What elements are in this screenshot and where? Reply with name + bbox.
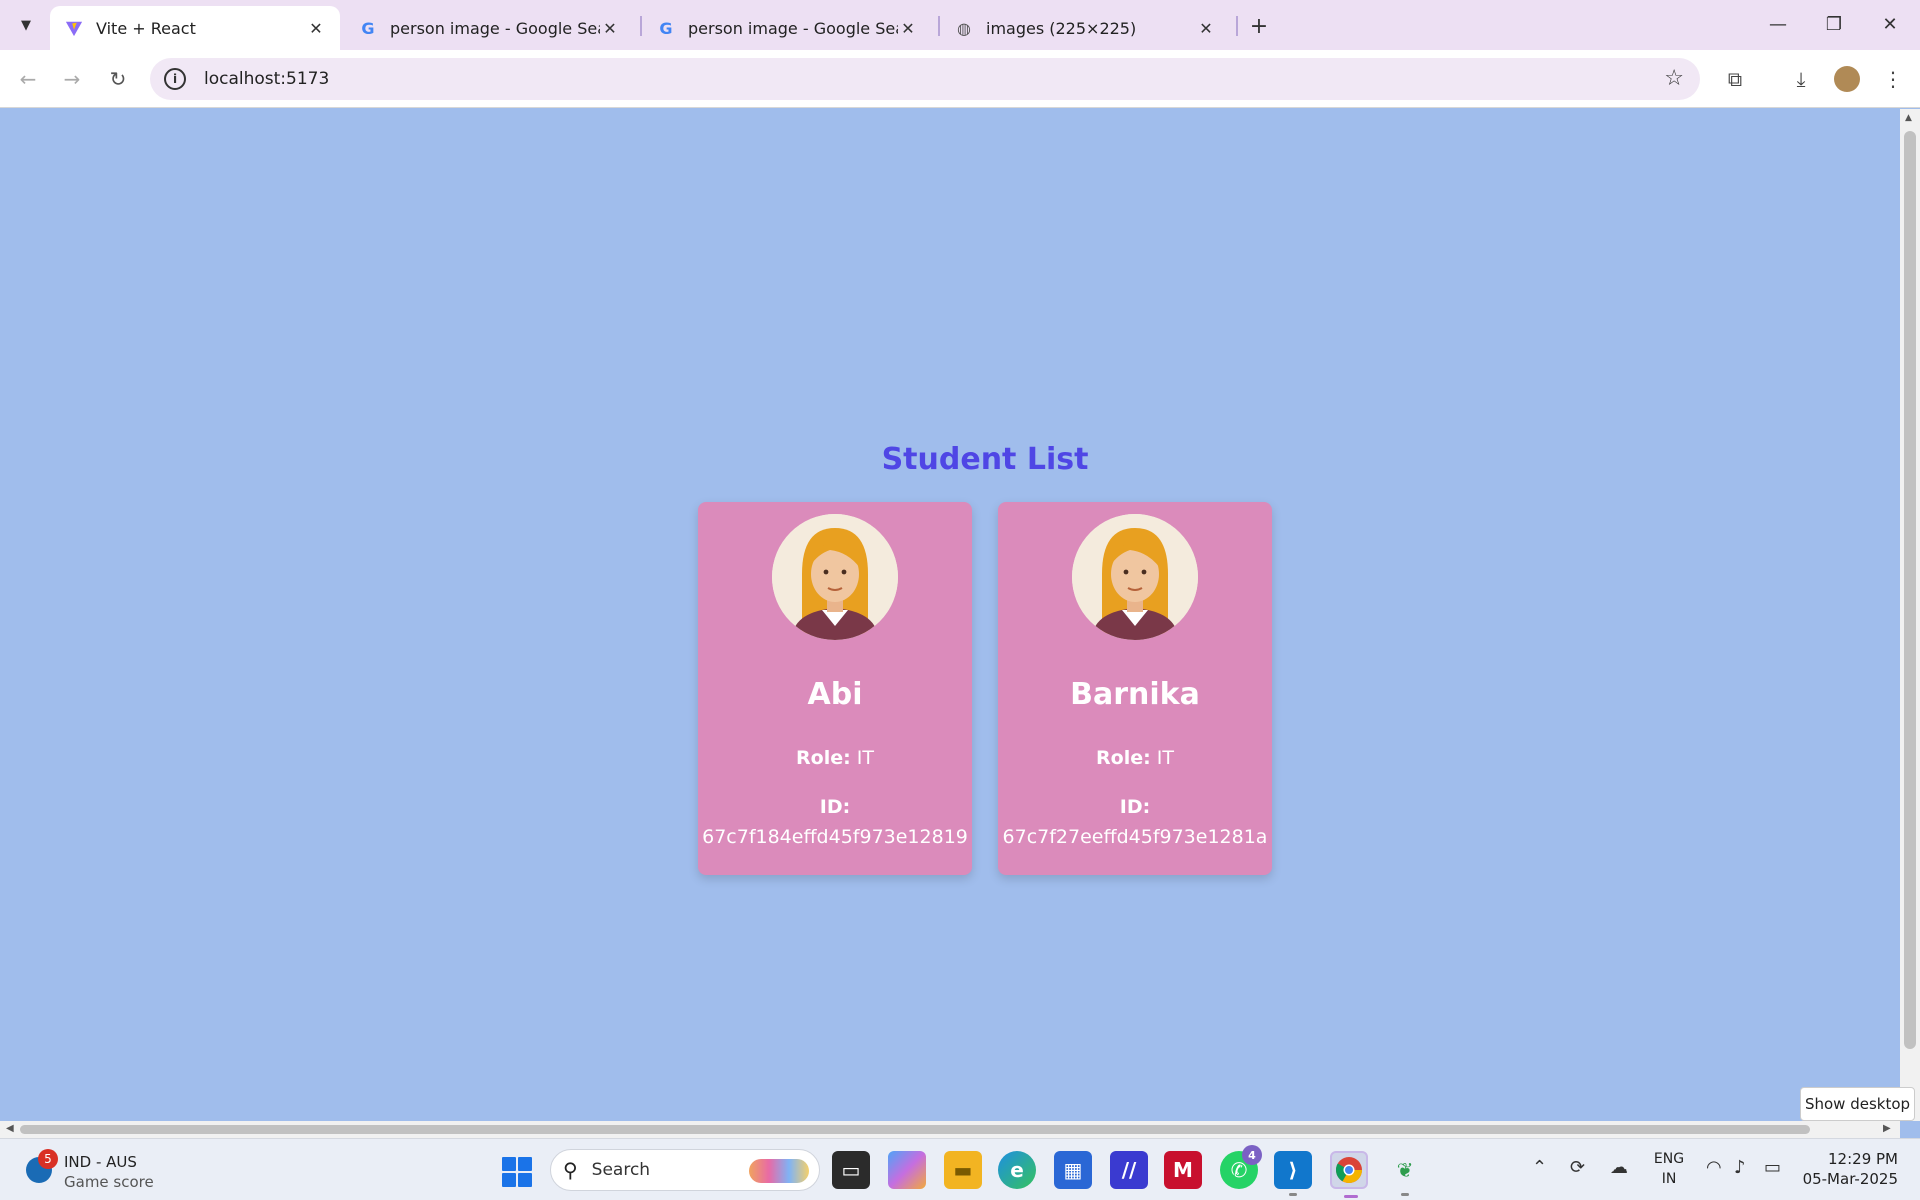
mcafee-icon[interactable]: M (1164, 1151, 1202, 1189)
clock-time: 12:29 PM (1828, 1150, 1898, 1168)
running-indicator (1344, 1195, 1358, 1198)
site-info-icon[interactable]: i (164, 68, 186, 90)
widget-subtitle: Game score (64, 1173, 154, 1191)
close-icon[interactable]: ✕ (1196, 19, 1216, 38)
file-explorer-icon[interactable]: ▬ (944, 1151, 982, 1189)
volume-icon[interactable]: ♪ (1734, 1157, 1746, 1178)
role-label: Role: (796, 747, 851, 769)
windows-taskbar: 5 IND - AUS Game score ⚲ Search ▭ ▬ e ▦ … (0, 1138, 1920, 1200)
tab-title: person image - Google Search (688, 18, 898, 38)
vite-icon (64, 18, 84, 38)
scrollbar-thumb[interactable] (20, 1125, 1810, 1134)
system-clock[interactable]: 12:29 PM 05-Mar-2025 (1798, 1149, 1898, 1189)
profile-avatar[interactable] (1834, 66, 1860, 92)
task-view-icon[interactable]: ▭ (832, 1151, 870, 1189)
clock-date: 05-Mar-2025 (1802, 1170, 1898, 1188)
student-card: Abi Role: IT ID: 67c7f184effd45f973e1281… (698, 502, 972, 875)
tab-title: Vite + React (96, 18, 196, 38)
tab-images[interactable]: ◍ images (225×225) ✕ (940, 6, 1230, 50)
tab-google-search-1[interactable]: G person image - Google Search ✕ (344, 6, 634, 50)
lang-line2: IN (1661, 1171, 1677, 1187)
windows-start-icon[interactable] (502, 1157, 532, 1187)
bookmark-star-icon[interactable]: ☆ (1664, 66, 1684, 91)
close-icon[interactable]: ✕ (898, 19, 918, 38)
vscode-icon[interactable]: ⟩ (1274, 1151, 1312, 1196)
tab-title: images (225×225) (986, 18, 1137, 38)
taskbar-search[interactable]: ⚲ Search (550, 1149, 820, 1191)
tab-search-button[interactable]: ▼ (10, 9, 42, 41)
copilot-icon[interactable] (888, 1151, 926, 1189)
running-indicator (1401, 1193, 1409, 1196)
back-arrow-icon[interactable]: ← (10, 62, 46, 96)
onedrive-cloud-icon[interactable]: ☁ (1610, 1157, 1628, 1178)
page-viewport: Student List Abi Role: IT ID: 67c7f184ef… (0, 109, 1900, 1121)
chrome-icon[interactable] (1330, 1151, 1368, 1198)
restore-icon[interactable]: ❐ (1806, 6, 1862, 42)
mongodb-icon[interactable]: ❦ (1386, 1151, 1424, 1196)
widget-title: IND - AUS (64, 1153, 137, 1171)
language-indicator[interactable]: ENG IN (1652, 1149, 1686, 1189)
notification-badge: 5 (38, 1149, 58, 1169)
role-value: IT (1156, 747, 1174, 769)
student-role: Role: IT (998, 747, 1272, 769)
close-icon[interactable]: ✕ (600, 19, 620, 38)
id-label: ID: (1119, 796, 1151, 818)
id-label: ID: (819, 796, 851, 818)
new-tab-plus-icon[interactable]: + (1245, 12, 1273, 40)
search-icon: ⚲ (563, 1158, 578, 1182)
role-value: IT (856, 747, 874, 769)
microsoft-store-icon[interactable]: ▦ (1054, 1151, 1092, 1189)
browser-tabstrip: ▼ Vite + React ✕ G person image - Google… (0, 0, 1920, 50)
student-card: Barnika Role: IT ID: 67c7f27eeffd45f973e… (998, 502, 1272, 875)
student-id: 67c7f184effd45f973e12819 (702, 826, 968, 848)
wifi-icon[interactable]: ◠ (1706, 1157, 1722, 1178)
woman-avatar-icon (772, 514, 898, 640)
news-widget[interactable]: 5 IND - AUS Game score (22, 1147, 222, 1193)
student-id: 67c7f27eeffd45f973e1281a (1002, 826, 1268, 848)
extensions-icon[interactable]: ⧉ (1718, 62, 1752, 96)
forward-arrow-icon[interactable]: → (54, 62, 90, 96)
globe-icon: ◍ (957, 18, 971, 38)
role-label: Role: (1096, 747, 1151, 769)
whatsapp-icon[interactable]: ✆ 4 (1220, 1145, 1262, 1189)
battery-icon[interactable]: ▭ (1764, 1157, 1781, 1178)
scrollbar-thumb[interactable] (1904, 131, 1916, 1049)
search-highlight-image (749, 1159, 809, 1183)
close-icon[interactable]: ✕ (306, 19, 326, 38)
tab-google-search-2[interactable]: G person image - Google Search ✕ (642, 6, 932, 50)
student-name: Barnika (1070, 677, 1200, 712)
search-label: Search (591, 1160, 651, 1180)
tab-separator (1236, 16, 1238, 36)
tab-title: person image - Google Search (390, 18, 600, 38)
google-icon: G (659, 18, 673, 38)
download-icon[interactable]: ⤓ (1784, 62, 1818, 96)
student-name: Abi (807, 677, 863, 712)
scroll-up-arrow-icon[interactable]: ▲ (1905, 113, 1912, 123)
show-desktop-tooltip: Show desktop (1800, 1087, 1915, 1121)
reload-icon[interactable]: ↻ (100, 62, 136, 96)
close-window-icon[interactable]: ✕ (1862, 6, 1918, 42)
browser-toolbar: ← → ↻ i localhost:5173 ☆ ⧉ ⤓ ⋮ (0, 50, 1920, 108)
lang-line1: ENG (1653, 1151, 1685, 1167)
address-bar-url[interactable]: localhost:5173 (204, 69, 329, 89)
address-bar[interactable]: i localhost:5173 ☆ (150, 58, 1700, 100)
tab-vite-react[interactable]: Vite + React ✕ (50, 6, 340, 50)
scroll-left-arrow-icon[interactable]: ◀ (6, 1123, 14, 1134)
multitasking-app-icon[interactable]: // (1110, 1151, 1148, 1189)
whatsapp-badge: 4 (1242, 1145, 1262, 1165)
running-indicator (1289, 1193, 1297, 1196)
minimize-icon[interactable]: — (1750, 6, 1806, 42)
more-menu-icon[interactable]: ⋮ (1876, 62, 1910, 96)
page-title: Student List (881, 442, 1089, 477)
scroll-right-arrow-icon[interactable]: ▶ (1883, 1123, 1891, 1134)
chevron-up-icon[interactable]: ⌃ (1532, 1157, 1547, 1178)
horizontal-scrollbar[interactable]: ◀ ▶ (0, 1121, 1900, 1138)
edge-browser-icon[interactable]: e (998, 1151, 1036, 1189)
woman-avatar-icon (1072, 514, 1198, 640)
vertical-scrollbar[interactable]: ▲ ▼ (1900, 109, 1920, 1121)
student-role: Role: IT (698, 747, 972, 769)
google-icon: G (361, 18, 375, 38)
sync-icon[interactable]: ⟳ (1570, 1157, 1585, 1178)
